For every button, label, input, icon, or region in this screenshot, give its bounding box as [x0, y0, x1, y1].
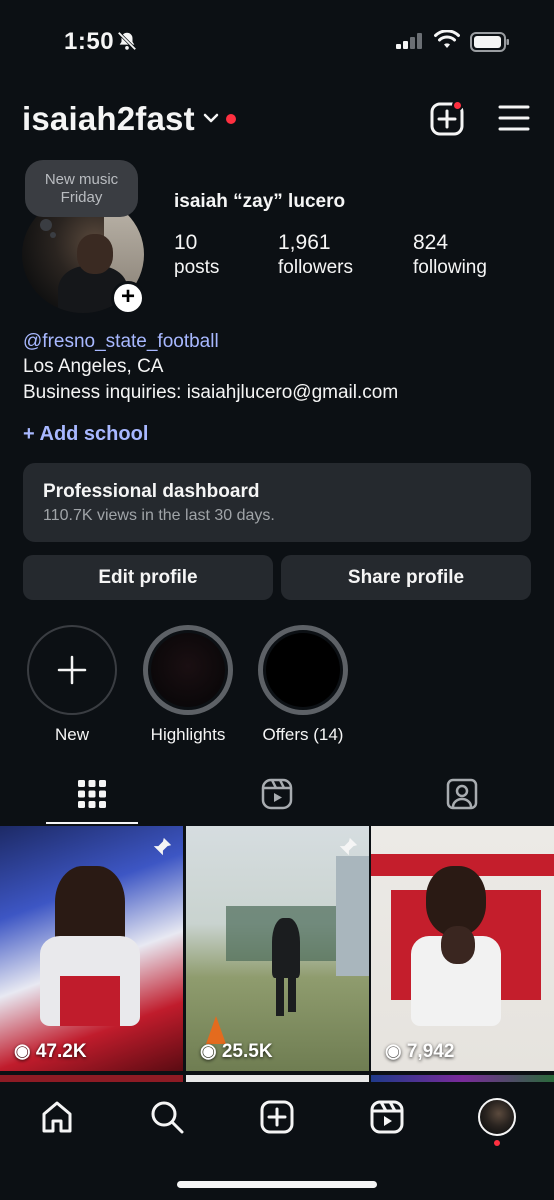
- profile-note[interactable]: New music Friday: [25, 160, 138, 217]
- stat-following-label: following: [413, 257, 487, 278]
- home-indicator: [177, 1181, 377, 1188]
- post-tile[interactable]: ◉ 7,942: [371, 826, 554, 1071]
- plus-icon: [57, 655, 87, 685]
- highlight-cover: [258, 625, 348, 715]
- new-highlight-ring: [27, 625, 117, 715]
- highlight-label: Offers (14): [262, 725, 344, 744]
- share-profile-button[interactable]: Share profile: [281, 555, 531, 600]
- post-views-value: 25.5K: [221, 1041, 273, 1062]
- dashboard-title: Professional dashboard: [43, 481, 260, 502]
- note-bubble-tail: [40, 219, 52, 231]
- note-bubble-tail-small: [50, 232, 56, 238]
- highlight-offers[interactable]: Offers (14): [253, 625, 353, 745]
- post-views-value: 47.2K: [35, 1041, 87, 1062]
- grid-icon[interactable]: [78, 780, 106, 808]
- stat-posts[interactable]: 10 posts: [174, 231, 219, 279]
- stat-posts-value: 10: [174, 231, 198, 254]
- stat-following-value: 824: [413, 231, 449, 254]
- bell-off-icon: [117, 31, 137, 51]
- stat-followers-label: followers: [278, 257, 353, 278]
- post-view-count: ◉ 7,942: [385, 1041, 455, 1062]
- highlight-label: New: [54, 725, 89, 744]
- display-name: isaiah “zay” lucero: [174, 191, 346, 212]
- bio-mention-link[interactable]: @fresno_state_football: [23, 331, 219, 353]
- post-views-value: 7,942: [406, 1041, 455, 1062]
- create-icon[interactable]: [260, 1100, 294, 1134]
- post-view-count: ◉ 25.5K: [200, 1041, 273, 1062]
- professional-dashboard-card[interactable]: Professional dashboard 110.7K views in t…: [23, 463, 531, 542]
- status-time: 1:50: [64, 28, 115, 55]
- wifi-icon: [434, 30, 460, 48]
- account-notification-dot: [226, 114, 236, 124]
- tagged-icon[interactable]: [446, 778, 478, 810]
- reels-nav-icon[interactable]: [370, 1100, 404, 1134]
- add-school-link[interactable]: + Add school: [23, 423, 148, 446]
- profile-tabs: [0, 770, 554, 824]
- home-icon[interactable]: [40, 1100, 74, 1134]
- profile-nav-avatar[interactable]: [478, 1098, 516, 1136]
- search-icon[interactable]: [150, 1100, 184, 1134]
- pin-icon: [153, 837, 172, 856]
- bio-email: Business inquiries: isaiahjlucero@gmail.…: [23, 382, 399, 403]
- stat-posts-label: posts: [174, 257, 220, 278]
- highlight-cover: [143, 625, 233, 715]
- status-bar: 1:50: [0, 0, 554, 84]
- active-tab-indicator: [46, 822, 138, 824]
- post-tile[interactable]: ◉ 25.5K: [186, 826, 369, 1071]
- profile-header: isaiah2fast: [0, 96, 554, 144]
- battery-icon: [470, 32, 509, 52]
- reels-icon[interactable]: [261, 778, 293, 810]
- add-story-icon[interactable]: +: [111, 281, 145, 315]
- cellular-signal-icon: [396, 33, 422, 49]
- edit-profile-button[interactable]: Edit profile: [23, 555, 273, 600]
- post-tile[interactable]: ◉ 47.2K: [0, 826, 183, 1071]
- dashboard-subtitle: 110.7K views in the last 30 days.: [43, 507, 275, 524]
- bio-location: Los Angeles, CA: [23, 356, 164, 377]
- pin-icon: [339, 837, 358, 856]
- stat-followers-value: 1,961: [278, 231, 331, 254]
- highlight-new[interactable]: New: [22, 625, 122, 745]
- stat-following[interactable]: 824 following: [413, 231, 487, 279]
- post-grid: ◉ 47.2K ◉ 25.5K ◉ 7,942: [0, 826, 554, 1087]
- chevron-down-icon[interactable]: [203, 112, 219, 124]
- username-switcher[interactable]: isaiah2fast: [22, 100, 195, 138]
- menu-icon[interactable]: [498, 104, 530, 132]
- highlight-label: Highlights: [150, 725, 226, 744]
- create-notification-dot: [452, 100, 463, 111]
- highlight-highlights[interactable]: Highlights: [138, 625, 238, 745]
- profile-notification-dot: [494, 1140, 500, 1146]
- post-view-count: ◉ 47.2K: [14, 1041, 87, 1062]
- stat-followers[interactable]: 1,961 followers: [278, 231, 353, 279]
